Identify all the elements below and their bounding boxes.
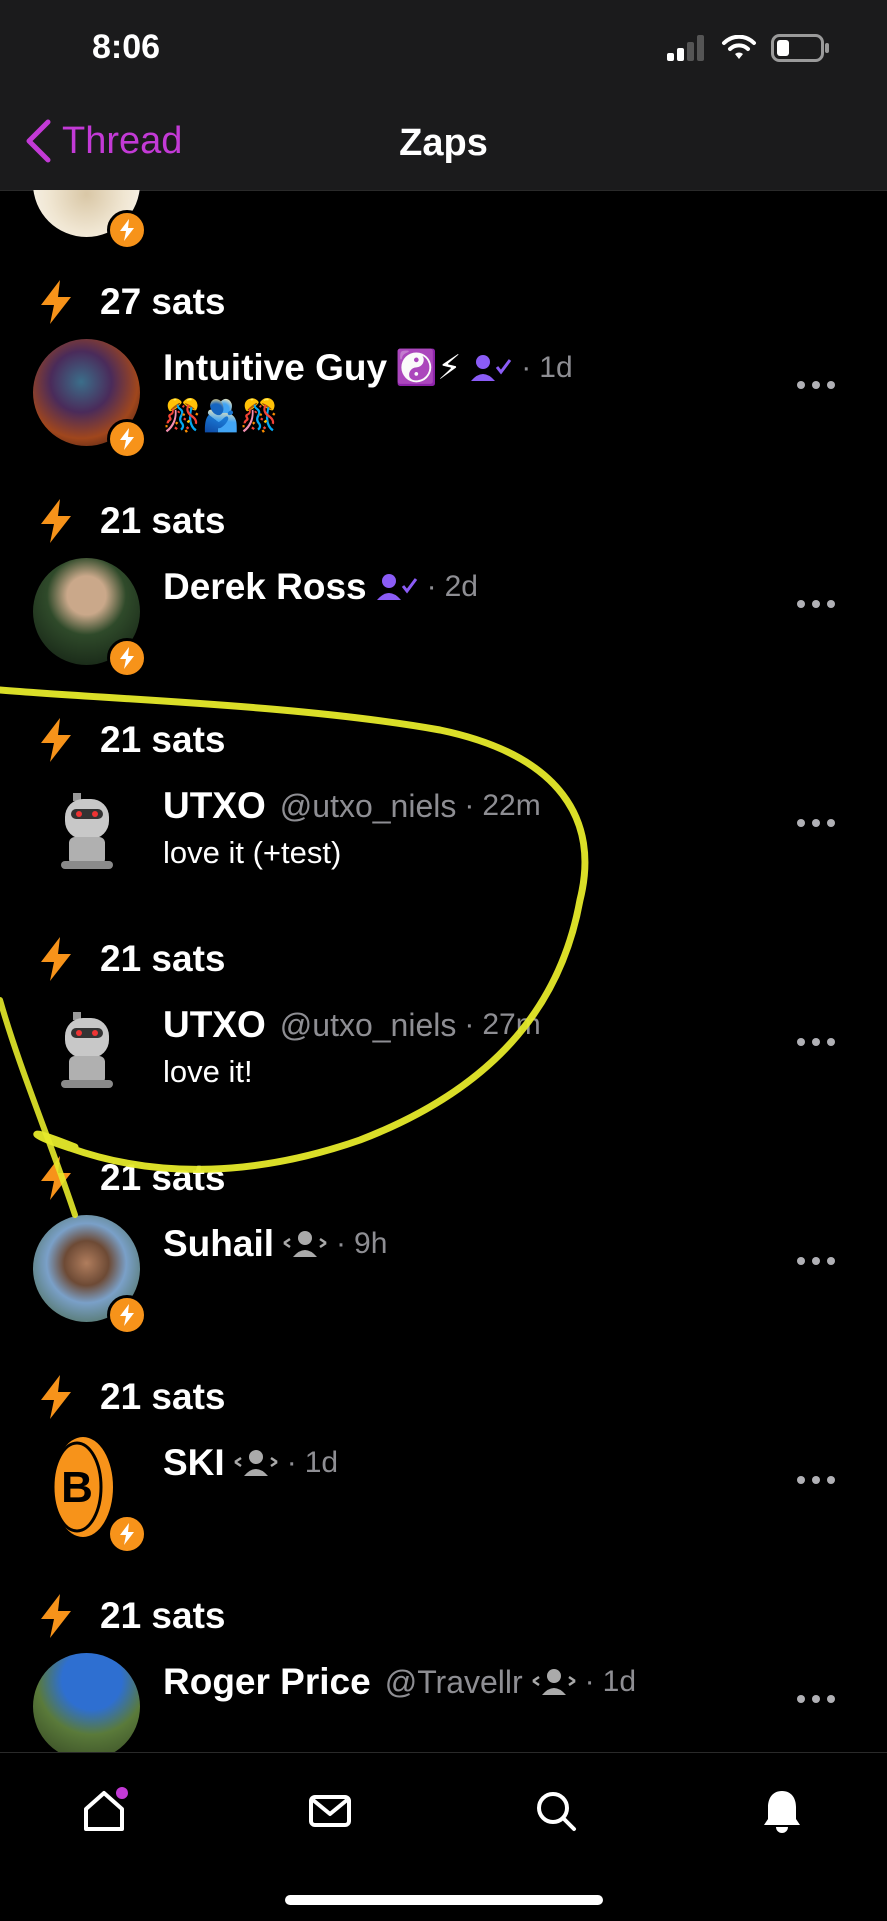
zap-badge-icon xyxy=(107,210,147,250)
more-options-button[interactable] xyxy=(797,819,835,827)
bolt-icon xyxy=(41,1594,71,1638)
timestamp: 22m xyxy=(482,789,541,822)
display-name[interactable]: UTXO xyxy=(163,785,266,827)
notifications-icon xyxy=(764,1791,800,1833)
tab-messages[interactable] xyxy=(300,1781,360,1841)
zap-entry[interactable]: 27 sats Intuitive Guy ☯️⚡ · 1d 🎊🫂🎊 xyxy=(0,277,887,496)
avatar[interactable] xyxy=(33,1653,140,1752)
more-options-button[interactable] xyxy=(797,1038,835,1046)
name-emoji: ☯️⚡ xyxy=(395,349,462,387)
tab-home[interactable] xyxy=(74,1781,134,1841)
status-time: 8:06 xyxy=(92,28,161,66)
zap-note: 🎊🫂🎊 xyxy=(163,398,279,433)
zap-entry[interactable]: 21 sats Derek Ross · 2d xyxy=(0,496,887,715)
zap-amount: 21 sats xyxy=(100,1376,226,1417)
battery-icon xyxy=(771,34,829,62)
zap-amount: 21 sats xyxy=(100,500,226,541)
more-options-button[interactable] xyxy=(797,381,835,389)
zap-badge-icon xyxy=(107,638,147,678)
display-name[interactable]: Intuitive Guy xyxy=(163,347,387,389)
handle: @Travellr xyxy=(384,1663,523,1700)
bolt-icon xyxy=(41,499,71,543)
bolt-icon xyxy=(41,1156,71,1200)
signal-icon xyxy=(667,35,704,61)
zap-note: love it (+test) xyxy=(163,835,342,870)
display-name[interactable]: Suhail xyxy=(163,1223,274,1265)
zap-badge-icon xyxy=(107,1514,147,1554)
tab-search[interactable] xyxy=(526,1781,586,1841)
timestamp: 9h xyxy=(354,1227,388,1260)
zap-amount: 21 sats xyxy=(100,1157,226,1198)
zap-entry[interactable]: 21 sats Roger Price @Travellr · 1d xyxy=(0,1591,887,1752)
follows-icon xyxy=(233,1450,278,1476)
verified-icon xyxy=(471,355,512,381)
zap-badge-icon xyxy=(107,419,147,459)
bolt-icon xyxy=(41,937,71,981)
timestamp: 2d xyxy=(444,570,478,603)
display-name[interactable]: Roger Price xyxy=(163,1661,371,1703)
zap-amount: 27 sats xyxy=(100,281,226,322)
tab-notifications[interactable] xyxy=(752,1781,812,1841)
zap-amount: 21 sats xyxy=(100,1595,226,1636)
zaps-list[interactable]: 27 sats Intuitive Guy ☯️⚡ · 1d 🎊🫂🎊 21 sa… xyxy=(0,190,887,1752)
bolt-icon xyxy=(41,280,71,324)
avatar[interactable] xyxy=(33,996,140,1103)
status-bar: 8:06 xyxy=(0,0,887,100)
bolt-icon xyxy=(41,1375,71,1419)
follows-icon xyxy=(283,1231,327,1257)
handle: @utxo_niels xyxy=(279,787,457,824)
timestamp: 1d xyxy=(602,1665,637,1698)
zap-entry[interactable]: 21 sats UTXO @utxo_niels · 27m love it! xyxy=(0,934,887,1153)
follows-icon xyxy=(531,1669,576,1695)
more-options-button[interactable] xyxy=(797,1476,835,1484)
display-name[interactable]: Derek Ross xyxy=(163,566,367,608)
tab-bar xyxy=(0,1752,887,1921)
zap-badge-icon xyxy=(107,1295,147,1335)
verified-icon xyxy=(376,574,417,600)
robot-avatar-icon xyxy=(61,1012,113,1088)
timestamp: 1d xyxy=(539,351,573,384)
svg-text:B: B xyxy=(61,1463,93,1512)
zap-entry[interactable]: 21 sats B SKI · 1d xyxy=(0,1372,887,1591)
more-options-button[interactable] xyxy=(797,1695,835,1703)
wifi-icon xyxy=(722,35,756,59)
more-options-button[interactable] xyxy=(797,1257,835,1265)
messages-icon xyxy=(309,1795,351,1827)
zap-entry[interactable]: 21 sats UTXO @utxo_niels · 22m love it (… xyxy=(0,715,887,934)
zap-amount: 21 sats xyxy=(100,938,226,979)
search-icon xyxy=(537,1792,576,1831)
more-options-button[interactable] xyxy=(797,600,835,608)
zap-amount: 21 sats xyxy=(100,719,226,760)
display-name[interactable]: UTXO xyxy=(163,1004,266,1046)
home-icon xyxy=(84,1787,128,1831)
zap-note: love it! xyxy=(163,1054,253,1089)
avatar[interactable] xyxy=(33,777,140,884)
nav-bar: Thread Zaps xyxy=(0,100,887,191)
page-title: Zaps xyxy=(399,122,488,164)
home-indicator[interactable] xyxy=(285,1895,603,1905)
display-name[interactable]: SKI xyxy=(163,1442,225,1484)
timestamp: 1d xyxy=(304,1446,339,1479)
handle: @utxo_niels xyxy=(279,1006,457,1043)
robot-avatar-icon xyxy=(61,793,113,869)
zap-entry[interactable]: 21 sats Suhail · 9h xyxy=(0,1153,887,1372)
timestamp: 27m xyxy=(482,1008,541,1041)
bolt-icon xyxy=(41,718,71,762)
